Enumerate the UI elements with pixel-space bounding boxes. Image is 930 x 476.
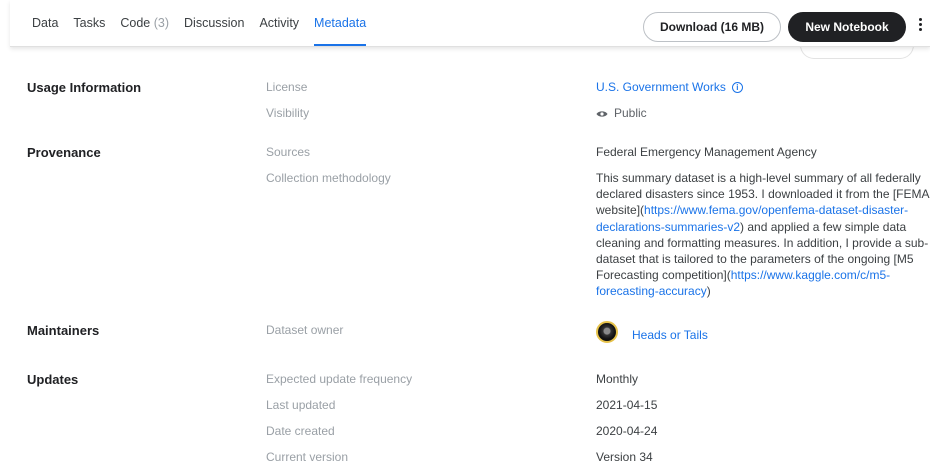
version-label: Current version: [266, 450, 349, 464]
more-options-icon[interactable]: [915, 16, 925, 38]
eye-icon: [596, 111, 608, 117]
methodology-text: This summary dataset is a high-level sum…: [596, 171, 929, 299]
last-updated-label: Last updated: [266, 398, 336, 412]
sources-value: Federal Emergency Management Agency: [596, 145, 817, 159]
section-title-maintainers: Maintainers: [27, 323, 100, 338]
new-notebook-button[interactable]: New Notebook: [788, 12, 906, 42]
last-updated-value: 2021-04-15: [596, 398, 658, 412]
tab-bar: Data Tasks Code (3) Discussion Activity …: [32, 0, 381, 46]
methodology-label: Collection methodology: [266, 171, 391, 185]
owner-label: Dataset owner: [266, 323, 344, 337]
version-value: Version 34: [596, 450, 653, 464]
tab-code[interactable]: Code (3): [120, 0, 169, 46]
tab-discussion[interactable]: Discussion: [184, 0, 244, 46]
created-label: Date created: [266, 424, 335, 438]
tab-tasks[interactable]: Tasks: [73, 0, 105, 46]
license-link[interactable]: U.S. Government Works: [596, 80, 726, 94]
info-icon[interactable]: i: [731, 82, 743, 93]
tab-activity[interactable]: Activity: [259, 0, 299, 46]
section-title-updates: Updates: [27, 372, 79, 387]
section-title-provenance: Provenance: [27, 145, 101, 160]
owner-link[interactable]: Heads or Tails: [632, 328, 708, 342]
tab-metadata[interactable]: Metadata: [314, 0, 367, 46]
sources-label: Sources: [266, 145, 311, 159]
tab-data[interactable]: Data: [32, 0, 58, 46]
visibility-label: Visibility: [266, 106, 310, 120]
frequency-value: Monthly: [596, 372, 639, 386]
dataset-toolbar: Data Tasks Code (3) Discussion Activity …: [10, 0, 930, 47]
license-value: U.S. Government Works i: [596, 80, 743, 94]
frequency-label: Expected update frequency: [266, 372, 413, 386]
code-count-badge: (3): [153, 16, 170, 30]
download-button[interactable]: Download (16 MB): [643, 12, 781, 42]
section-title-usage: Usage Information: [27, 80, 142, 95]
created-value: 2020-04-24: [596, 424, 658, 438]
visibility-value: Public: [596, 106, 647, 120]
avatar[interactable]: [596, 321, 618, 343]
license-label: License: [266, 80, 308, 94]
